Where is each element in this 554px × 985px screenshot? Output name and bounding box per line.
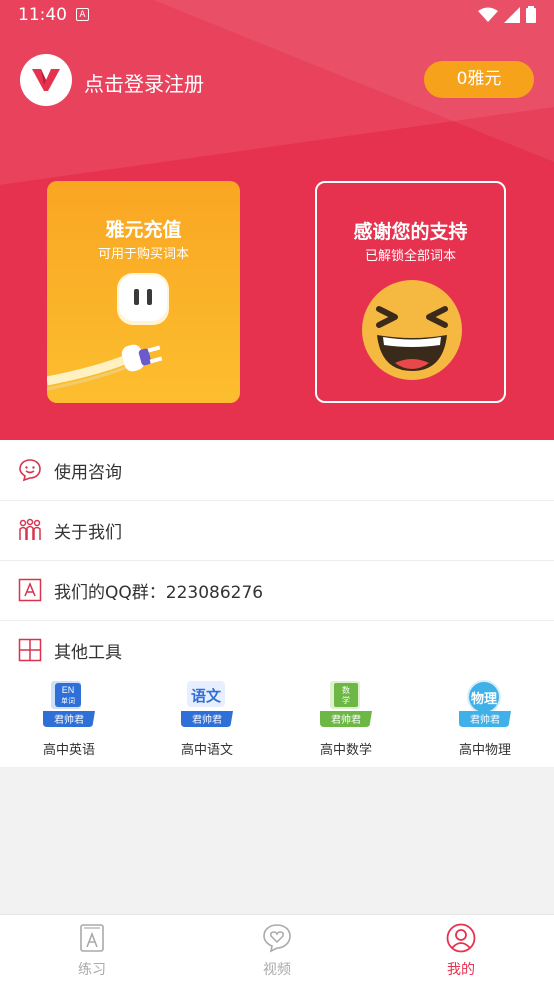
menu-item-about[interactable]: 关于我们: [0, 500, 554, 561]
status-icons: [478, 6, 536, 23]
tab-video[interactable]: 视频: [237, 923, 317, 979]
menu-item-qq-group[interactable]: 我们的QQ群：223086276: [0, 560, 554, 621]
svg-text:学: 学: [342, 695, 350, 705]
tool-label: 高中物理: [458, 743, 511, 758]
recharge-card[interactable]: 雅元充值 可用于购买词本: [47, 181, 240, 403]
thanks-subtitle: 已解锁全部词本: [364, 249, 456, 264]
menu-item-label: 使用咨询: [54, 463, 122, 483]
chat-smile-icon: [19, 459, 41, 482]
svg-text:物理: 物理: [471, 691, 497, 707]
menu-item-label: 其他工具: [54, 643, 122, 663]
tools-row: EN 单词 君帅君 高中英语 语文 君帅君 高中语文 数 学 君帅君 高中数学: [0, 677, 554, 767]
menu-item-label: 关于我们: [54, 523, 122, 543]
power-plug-icon: [47, 273, 169, 391]
svg-text:君帅君: 君帅君: [192, 713, 222, 726]
user-circle-icon: [446, 923, 476, 953]
tool-english[interactable]: EN 单词 君帅君 高中英语: [14, 677, 124, 758]
coin-balance-button[interactable]: 0雅元: [424, 61, 534, 98]
login-link[interactable]: 点击登录注册: [84, 68, 204, 97]
svg-text:数: 数: [342, 685, 350, 695]
tool-chinese[interactable]: 语文 君帅君 高中语文: [152, 677, 262, 758]
chinese-app-icon: 语文 君帅君: [181, 681, 233, 727]
svg-text:语文: 语文: [191, 687, 222, 705]
svg-text:君帅君: 君帅君: [470, 713, 500, 726]
bottom-tab-bar: 练习 视频 我的: [0, 914, 554, 985]
book-a-icon: [80, 924, 104, 952]
thanks-title: 感谢您的支持: [353, 221, 468, 243]
math-app-icon: 数 学 君帅君: [320, 681, 372, 727]
tool-label: 高中数学: [319, 743, 372, 758]
notification-icon: A: [76, 8, 89, 21]
tab-label: 我的: [447, 962, 475, 978]
tab-mine[interactable]: 我的: [421, 923, 501, 979]
menu-item-consult[interactable]: 使用咨询: [0, 440, 554, 501]
svg-text:君帅君: 君帅君: [331, 713, 361, 726]
laughing-emoji-icon: [362, 280, 462, 380]
heart-bubble-icon: [263, 924, 291, 953]
menu-item-other-tools[interactable]: 其他工具: [0, 620, 554, 680]
app-logo-avatar[interactable]: [20, 54, 72, 106]
signal-icon: [504, 6, 520, 23]
letter-a-box-icon: [18, 578, 42, 602]
tool-physics[interactable]: 物理 君帅君 高中物理: [430, 677, 540, 758]
svg-text:EN: EN: [62, 685, 75, 695]
tab-label: 视频: [263, 962, 291, 978]
status-bar: 11:40 A: [0, 0, 554, 30]
menu-item-label: 我们的QQ群：223086276: [54, 583, 264, 603]
profile-header: 11:40 A 点击登录注册 0雅元 雅元充值 可用于购买词本 感谢您的支持 已…: [0, 0, 554, 440]
status-time: 11:40: [18, 5, 67, 25]
svg-text:君帅君: 君帅君: [54, 713, 84, 726]
v-logo-icon: [32, 69, 60, 91]
grid-icon: [18, 638, 42, 662]
svg-text:单词: 单词: [61, 696, 75, 705]
tool-label: 高中语文: [180, 743, 233, 758]
tab-label: 练习: [78, 962, 106, 978]
english-app-icon: EN 单词 君帅君: [43, 681, 95, 727]
thanks-card: 感谢您的支持 已解锁全部词本: [315, 181, 506, 403]
tool-label: 高中英语: [42, 743, 95, 758]
tab-practice[interactable]: 练习: [52, 923, 132, 979]
tool-math[interactable]: 数 学 君帅君 高中数学: [291, 677, 401, 758]
battery-icon: [526, 6, 536, 23]
physics-app-icon: 物理 君帅君: [459, 680, 511, 727]
wifi-icon: [478, 7, 498, 22]
people-icon: [19, 518, 41, 540]
